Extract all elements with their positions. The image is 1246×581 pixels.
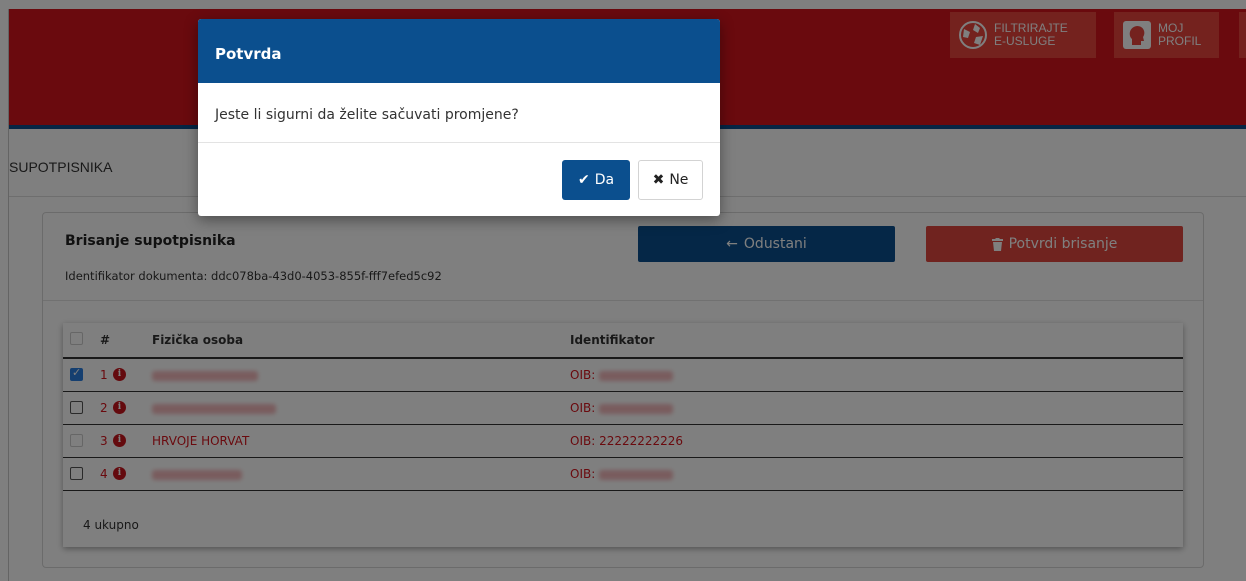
confirm-dialog: Potvrda Jeste li sigurni da želite sačuv…	[198, 19, 720, 216]
dialog-footer: ✔ Da ✖ Ne	[198, 143, 720, 216]
dialog-message: Jeste li sigurni da želite sačuvati prom…	[198, 83, 720, 143]
check-icon: ✔	[577, 172, 590, 188]
yes-button-label: Da	[594, 172, 615, 188]
yes-button[interactable]: ✔ Da	[562, 160, 630, 200]
no-button-label: Ne	[669, 172, 689, 188]
close-icon: ✖	[652, 172, 665, 188]
no-button[interactable]: ✖ Ne	[638, 160, 703, 200]
dialog-title: Potvrda	[198, 19, 720, 83]
